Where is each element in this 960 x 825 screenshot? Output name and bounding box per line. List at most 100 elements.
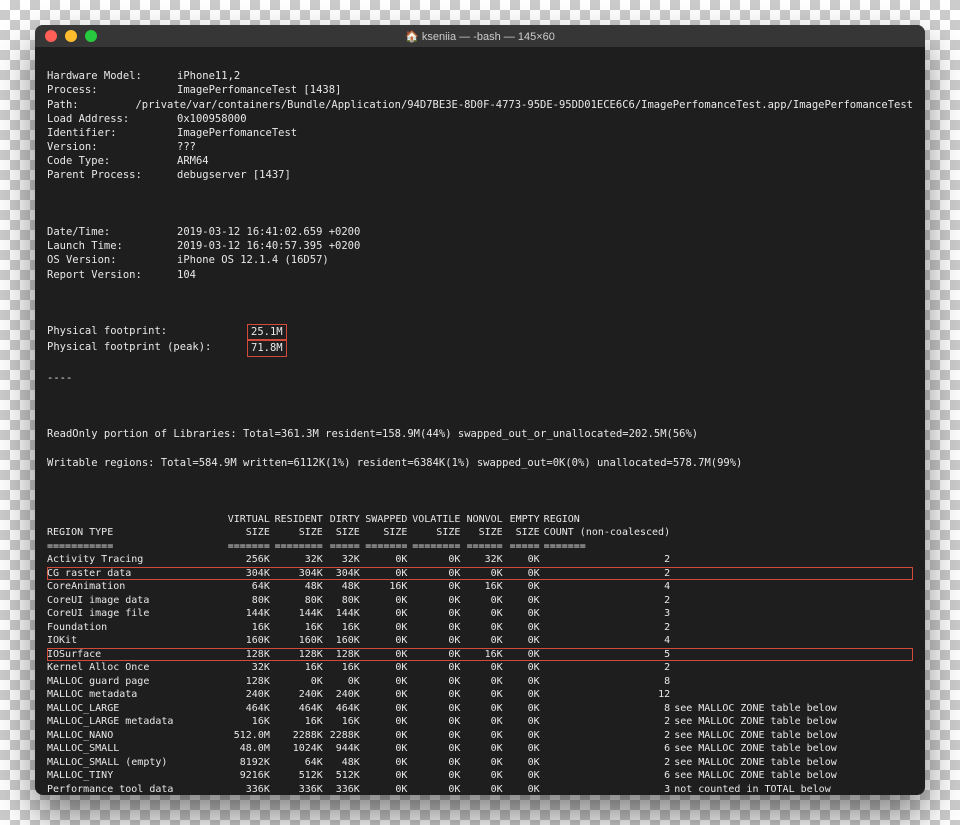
region-value: 0K (411, 661, 464, 675)
info-line: Load Address:0x100958000 (47, 112, 913, 126)
region-value: 0K (507, 621, 544, 635)
region-name: CoreAnimation (47, 580, 226, 594)
region-value: 32K (464, 553, 506, 567)
region-value: 512K (274, 769, 327, 783)
region-value: 0K (464, 607, 506, 621)
region-note (674, 688, 913, 702)
table-header-cell: ======= (544, 540, 675, 554)
region-value: 0K (364, 607, 412, 621)
region-name: IOSurface (47, 648, 226, 662)
region-value: 0K (507, 702, 544, 716)
table-header-cell: ======== (274, 540, 327, 554)
region-value: 144K (327, 607, 364, 621)
region-value: 0K (364, 715, 412, 729)
region-value: 2 (544, 594, 675, 608)
table-row: MALLOC_SMALL48.0M1024K944K0K0K0K0K6see M… (47, 742, 913, 756)
region-note (674, 607, 913, 621)
table-header-cell (674, 513, 913, 527)
region-value: 304K (327, 567, 364, 581)
region-value: 336K (226, 783, 274, 796)
region-value: 0K (507, 756, 544, 770)
region-value: 0K (411, 675, 464, 689)
region-note (674, 567, 913, 581)
region-value: 0K (364, 648, 412, 662)
region-value: 0K (411, 648, 464, 662)
info-value: ImagePerfomanceTest (177, 126, 297, 140)
table-row: CoreAnimation64K48K48K16K0K16K0K4 (47, 580, 913, 594)
region-value: 16K (274, 621, 327, 635)
region-note: see MALLOC ZONE table below (674, 715, 913, 729)
region-note (674, 661, 913, 675)
table-row: IOSurface128K128K128K0K0K16K0K5 (47, 648, 913, 662)
region-value: 128K (327, 648, 364, 662)
region-value: 4 (544, 634, 675, 648)
info-line: Report Version:104 (47, 268, 913, 282)
table-row: MALLOC_NANO512.0M2288K2288K0K0K0K0K2see … (47, 729, 913, 743)
region-value: 0K (507, 688, 544, 702)
region-value: 0K (507, 553, 544, 567)
region-value: 0K (507, 742, 544, 756)
region-value: 16K (464, 580, 506, 594)
region-value: 304K (226, 567, 274, 581)
info-line: Process:ImagePerfomanceTest [1438] (47, 83, 913, 97)
info-key: Launch Time: (47, 239, 177, 253)
region-value: 0K (507, 567, 544, 581)
region-note: see MALLOC ZONE table below (674, 742, 913, 756)
region-value: 160K (274, 634, 327, 648)
region-value: 464K (274, 702, 327, 716)
region-value: 240K (274, 688, 327, 702)
region-value: 16K (464, 648, 506, 662)
region-value: 256K (226, 553, 274, 567)
region-value: 0K (411, 702, 464, 716)
region-value: 8192K (226, 756, 274, 770)
info-value: iPhone OS 12.1.4 (16D57) (177, 253, 329, 267)
region-value: 16K (327, 715, 364, 729)
region-name: MALLOC metadata (47, 688, 226, 702)
region-value: 0K (464, 769, 506, 783)
region-value: 0K (364, 688, 412, 702)
region-value: 16K (274, 661, 327, 675)
region-value: 144K (274, 607, 327, 621)
region-name: IOKit (47, 634, 226, 648)
info-key: Code Type: (47, 154, 177, 168)
table-header-cell: SIZE (464, 526, 506, 540)
region-value: 48.0M (226, 742, 274, 756)
region-note: see MALLOC ZONE table below (674, 729, 913, 743)
writable-line: Writable regions: Total=584.9M written=6… (47, 456, 913, 470)
info-line: Code Type:ARM64 (47, 154, 913, 168)
terminal-window: 🏠 kseniia — -bash — 145×60 Hardware Mode… (35, 25, 925, 795)
region-value: 0K (411, 688, 464, 702)
table-header-row: ========================================… (47, 540, 913, 554)
region-note: not counted in TOTAL below (674, 783, 913, 796)
info-line: Launch Time:2019-03-12 16:40:57.395 +020… (47, 239, 913, 253)
region-value: 0K (411, 715, 464, 729)
info-line: OS Version:iPhone OS 12.1.4 (16D57) (47, 253, 913, 267)
region-value: 0K (411, 742, 464, 756)
table-row: MALLOC_TINY9216K512K512K0K0K0K0K6see MAL… (47, 769, 913, 783)
region-name: MALLOC_SMALL (47, 742, 226, 756)
region-value: 0K (507, 675, 544, 689)
region-value: 0K (327, 675, 364, 689)
info-value: 2019-03-12 16:40:57.395 +0200 (177, 239, 360, 253)
title-bar: 🏠 kseniia — -bash — 145×60 (35, 25, 925, 47)
table-header-row: VIRTUALRESIDENTDIRTYSWAPPEDVOLATILENONVO… (47, 513, 913, 527)
terminal-content[interactable]: Hardware Model:iPhone11,2Process:ImagePe… (35, 47, 925, 795)
table-row: Performance tool data336K336K336K0K0K0K0… (47, 783, 913, 796)
table-row: Foundation16K16K16K0K0K0K0K2 (47, 621, 913, 635)
table-header-cell: ======== (411, 540, 464, 554)
region-value: 80K (327, 594, 364, 608)
table-row: MALLOC metadata240K240K240K0K0K0K0K12 (47, 688, 913, 702)
region-value: 464K (226, 702, 274, 716)
region-value: 2 (544, 756, 675, 770)
region-value: 6 (544, 769, 675, 783)
region-name: CoreUI image data (47, 594, 226, 608)
region-value: 0K (411, 634, 464, 648)
region-note (674, 675, 913, 689)
table-row: Activity Tracing256K32K32K0K0K32K0K2 (47, 553, 913, 567)
info-key: Date/Time: (47, 225, 177, 239)
info-value: iPhone11,2 (177, 69, 240, 83)
region-value: 0K (464, 783, 506, 796)
region-note: see MALLOC ZONE table below (674, 702, 913, 716)
region-value: 0K (364, 634, 412, 648)
region-value: 0K (411, 769, 464, 783)
